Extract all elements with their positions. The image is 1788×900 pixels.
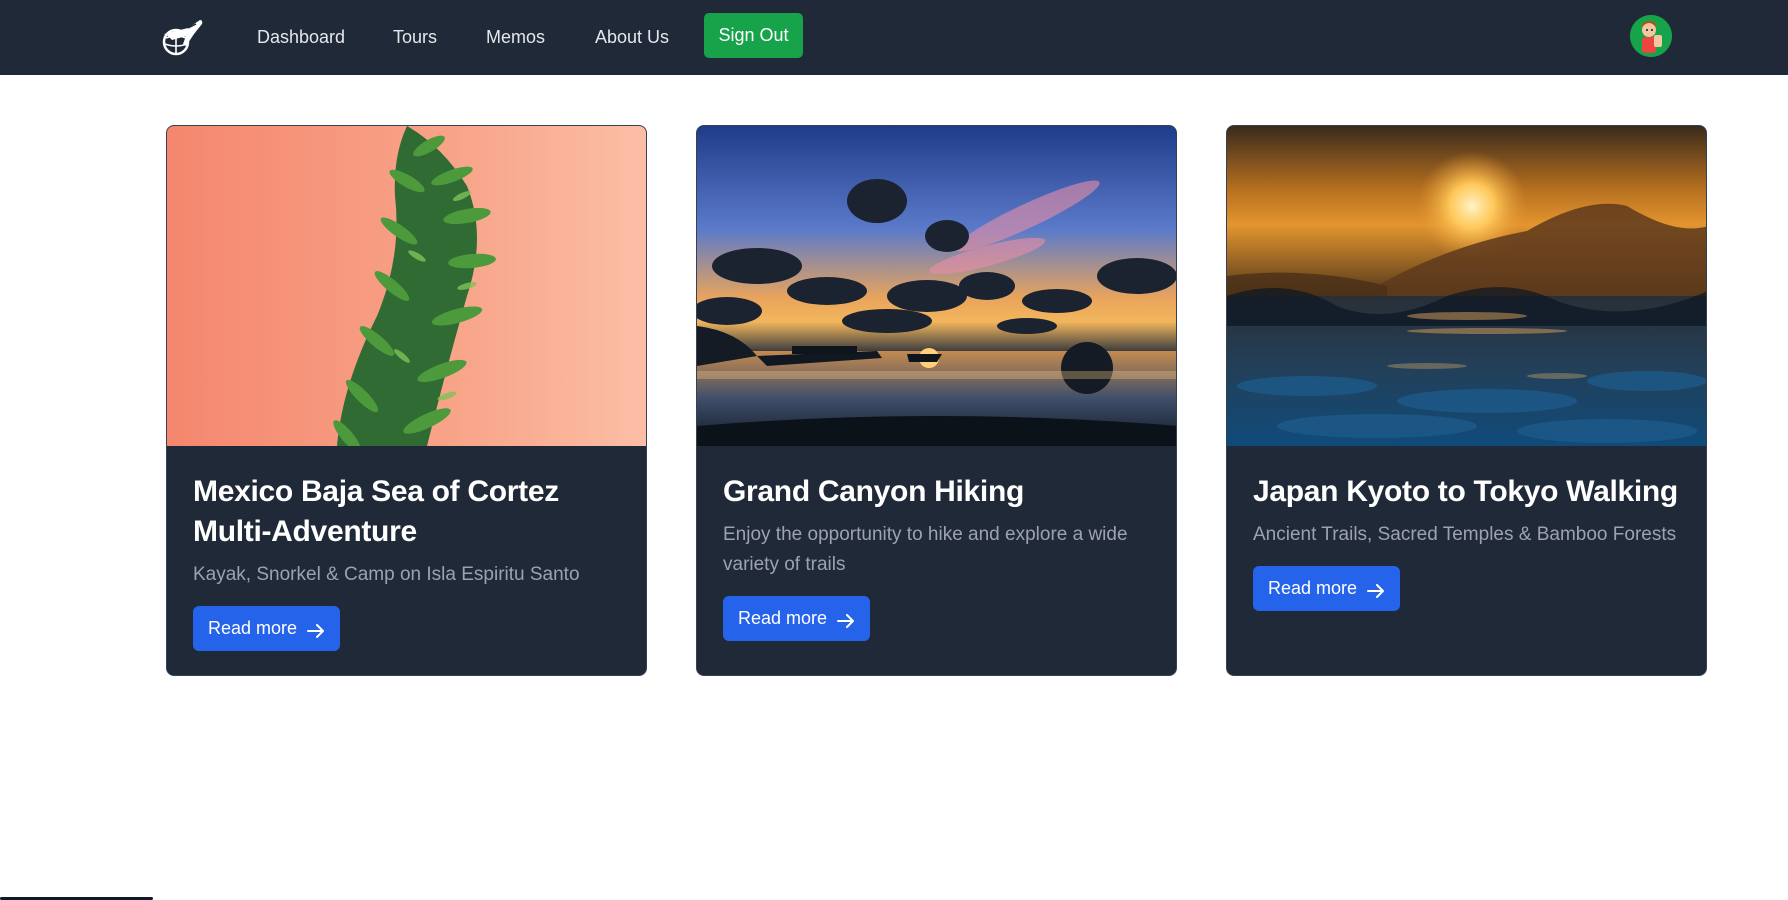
sunset-ocean-waves-photo xyxy=(1227,126,1706,446)
card-description: Ancient Trails, Sacred Temples & Bamboo … xyxy=(1253,524,1677,545)
read-more-button[interactable]: Read more xyxy=(723,596,871,641)
tour-card: Japan Kyoto to Tokyo Walking Ancient Tra… xyxy=(1226,125,1707,676)
arrow-right-icon xyxy=(307,622,325,638)
nav-link-memos[interactable]: Memos xyxy=(486,24,545,50)
sign-out-button[interactable]: Sign Out xyxy=(704,13,803,58)
tour-card: Mexico Baja Sea of Cortez Multi-Adventur… xyxy=(166,125,647,676)
user-avatar-icon[interactable] xyxy=(1630,15,1672,57)
card-title: Mexico Baja Sea of Cortez Multi-Adventur… xyxy=(193,475,559,548)
card-title: Grand Canyon Hiking xyxy=(723,475,1024,508)
arrow-right-icon xyxy=(1367,582,1385,598)
nav-link-about-us[interactable]: About Us xyxy=(595,24,669,50)
read-more-button[interactable]: Read more xyxy=(193,606,341,651)
top-navbar: Dashboard Tours Memos About Us Sign Out xyxy=(0,0,1788,75)
card-title: Japan Kyoto to Tokyo Walking xyxy=(1253,475,1678,508)
nav-link-tours[interactable]: Tours xyxy=(393,24,437,50)
arrow-right-icon xyxy=(837,612,855,628)
read-more-label: Read more xyxy=(208,618,298,638)
pine-branch-on-coral-photo xyxy=(167,126,646,446)
card-description: Kayak, Snorkel & Camp on Isla Espiritu S… xyxy=(193,564,580,585)
sunset-beach-boats-photo xyxy=(697,126,1176,446)
tour-card: Grand Canyon Hiking Enjoy the opportunit… xyxy=(696,125,1177,676)
plane-globe-logo-icon[interactable] xyxy=(158,16,204,58)
read-more-button[interactable]: Read more xyxy=(1253,566,1401,611)
card-description: Enjoy the opportunity to hike and explor… xyxy=(723,524,1128,575)
nav-link-dashboard[interactable]: Dashboard xyxy=(257,24,345,50)
read-more-label: Read more xyxy=(738,608,828,628)
read-more-label: Read more xyxy=(1268,578,1358,598)
